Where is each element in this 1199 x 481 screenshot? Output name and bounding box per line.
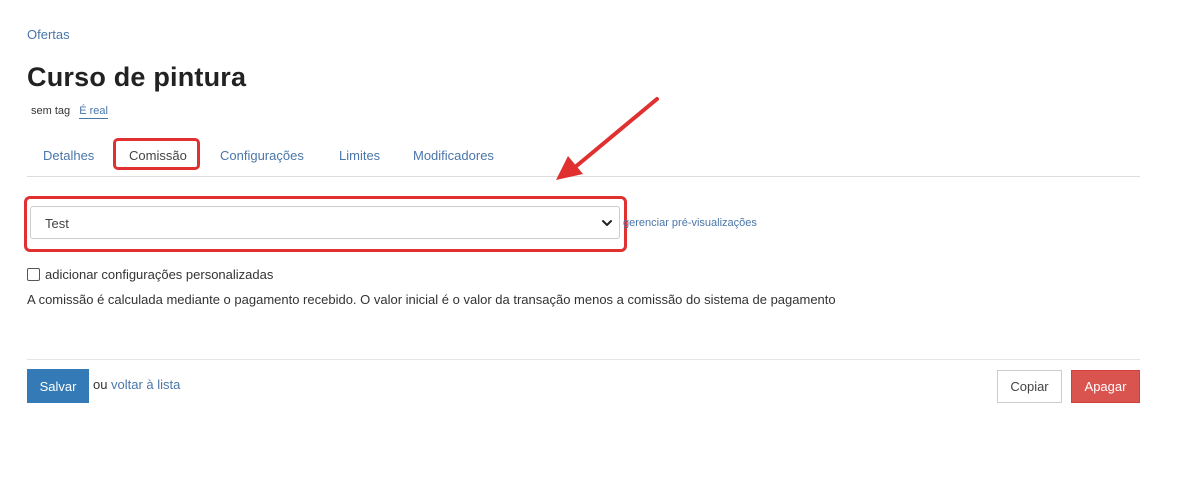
- tab-modificadores[interactable]: Modificadores: [413, 148, 494, 163]
- chevron-down-icon: [602, 220, 612, 226]
- breadcrumb-ofertas[interactable]: Ofertas: [27, 27, 70, 42]
- copy-button[interactable]: Copiar: [997, 370, 1062, 403]
- manage-previews-link[interactable]: gerenciar pré-visualizações: [623, 217, 757, 229]
- or-text: ou: [93, 377, 108, 392]
- commission-select[interactable]: Test: [30, 206, 620, 239]
- tag-label: sem tag: [31, 105, 71, 117]
- delete-button[interactable]: Apagar: [1071, 370, 1140, 403]
- tab-bar: Detalhes Comissão Configurações Limites …: [27, 137, 1140, 177]
- tab-configuracoes[interactable]: Configurações: [220, 148, 304, 163]
- footer-divider: [27, 359, 1140, 360]
- custom-settings-label[interactable]: adicionar configurações personalizadas: [45, 267, 273, 282]
- page-title: Curso de pintura: [27, 62, 247, 92]
- back-to-list-link[interactable]: voltar à lista: [111, 377, 180, 392]
- custom-settings-row: adicionar configurações personalizadas: [27, 267, 273, 282]
- tab-detalhes[interactable]: Detalhes: [43, 148, 94, 163]
- commission-info-text: A comissão é calculada mediante o pagame…: [27, 292, 836, 307]
- tab-limites[interactable]: Limites: [339, 148, 380, 163]
- save-button[interactable]: Salvar: [27, 369, 89, 403]
- offer-meta: sem tag É real: [31, 105, 108, 119]
- real-link[interactable]: É real: [79, 105, 108, 119]
- custom-settings-checkbox[interactable]: [27, 268, 40, 281]
- commission-select-value: Test: [45, 216, 69, 231]
- tab-highlight-annotation: [113, 138, 200, 170]
